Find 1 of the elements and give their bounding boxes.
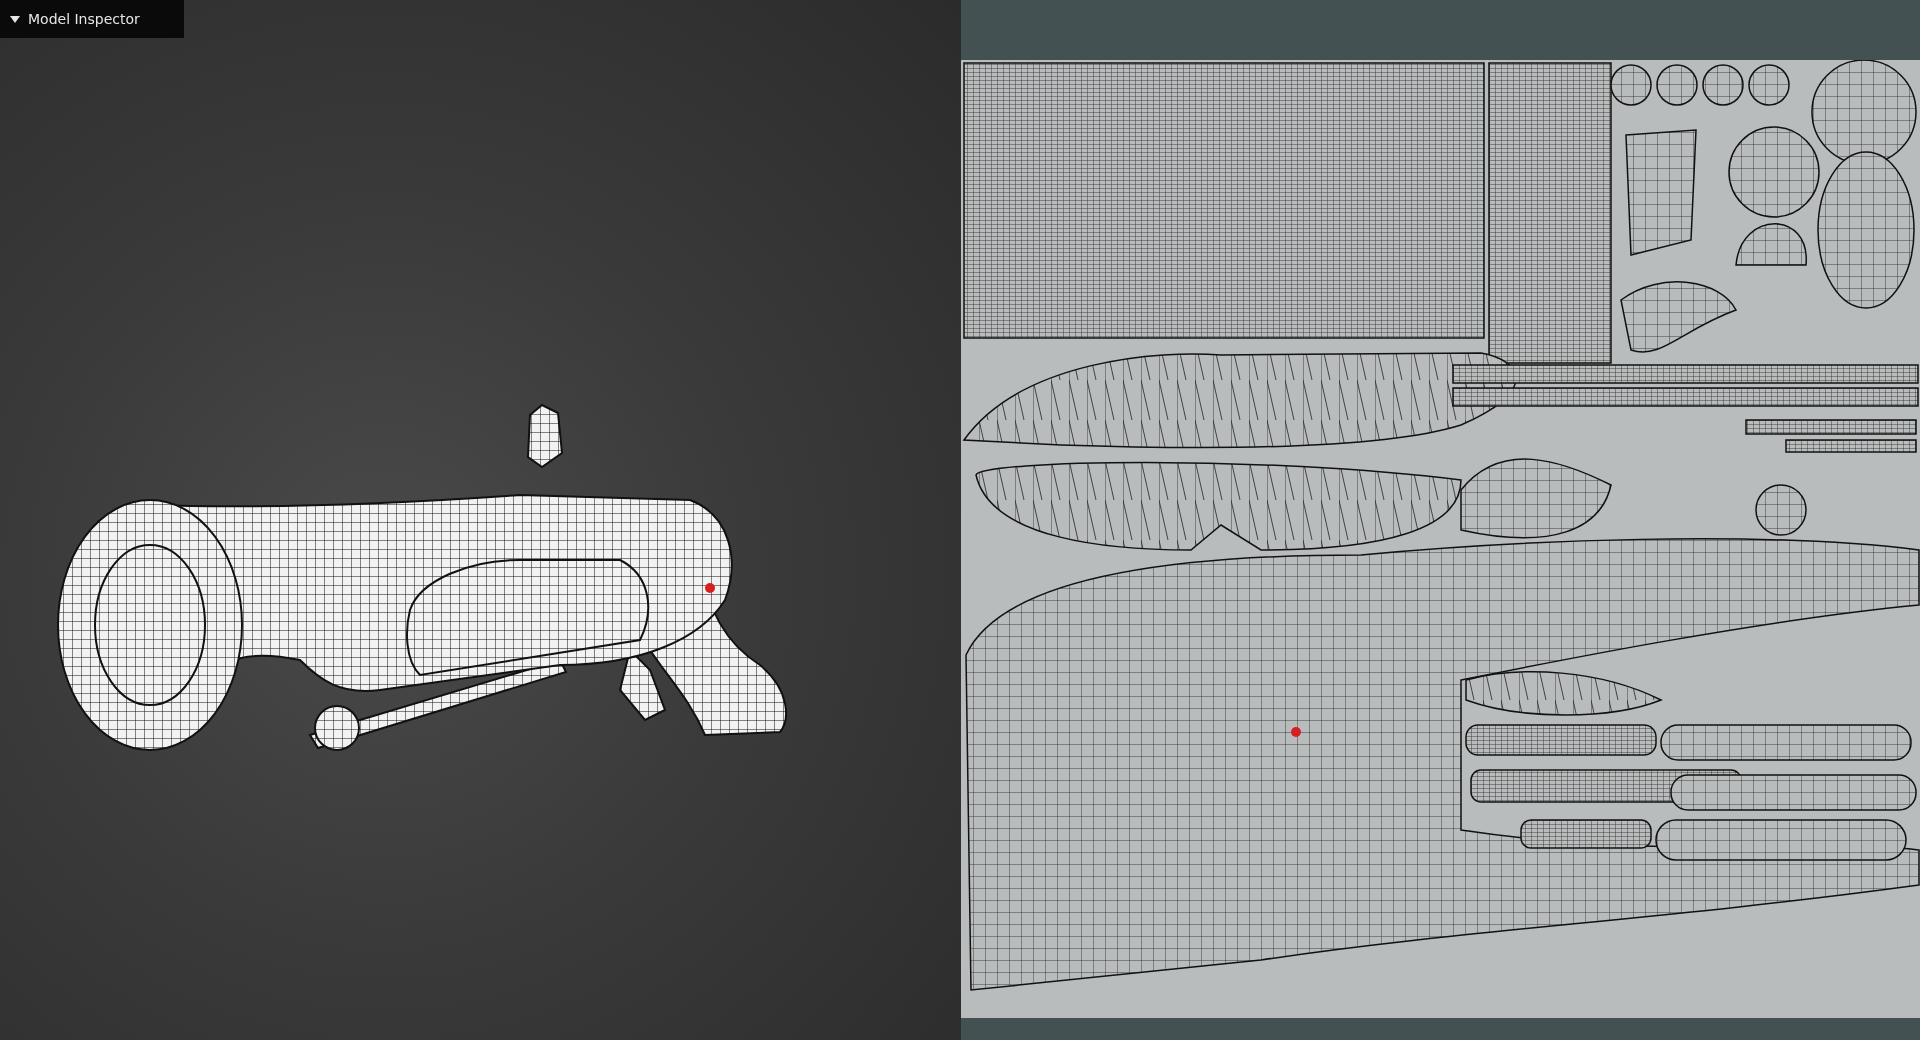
model-inspector-toggle[interactable]: Model Inspector	[0, 0, 184, 38]
